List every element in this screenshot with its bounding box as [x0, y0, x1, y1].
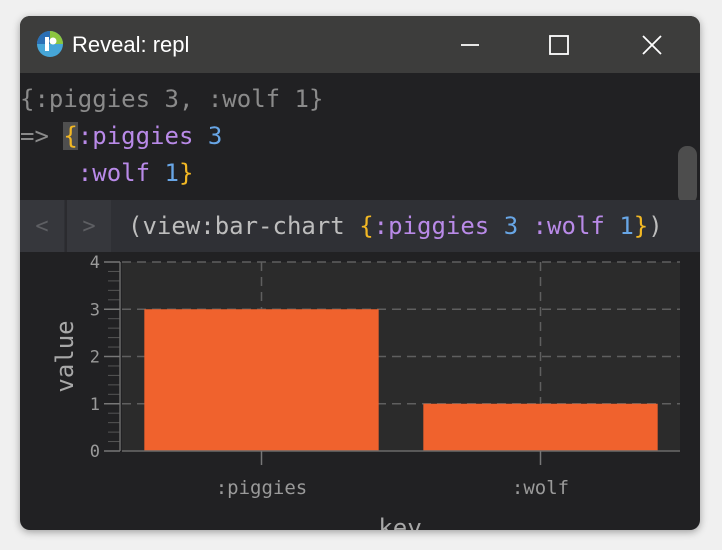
repl-result-line-2: :wolf 1}: [20, 155, 194, 192]
repl-input-line: {:piggies 3, :wolf 1}: [20, 85, 324, 113]
minimize-button[interactable]: [424, 16, 516, 73]
expr-key: :piggies: [373, 212, 490, 240]
y-tick-label: 3: [90, 300, 100, 320]
x-tick-label: :wolf: [512, 477, 569, 499]
minimize-icon: [461, 43, 479, 46]
repl-result-line-1: => {:piggies 3: [20, 118, 222, 155]
result-prompt: =>: [20, 122, 49, 150]
bar-wolf: [423, 403, 658, 451]
x-tick-label: :piggies: [216, 477, 308, 499]
back-button[interactable]: <: [20, 200, 64, 252]
close-button[interactable]: [606, 16, 698, 73]
repl-output[interactable]: {:piggies 3, :wolf 1} => {:piggies 3 :wo…: [20, 73, 700, 530]
title-bar[interactable]: Reveal: repl: [20, 16, 700, 73]
bar-chart: 0 1 2 3 4 :piggies :wolf key value: [51, 253, 680, 530]
view-expression: (view:bar-chart {:piggies 3 :wolf 1}): [128, 200, 663, 252]
expr-value: 1: [619, 212, 634, 240]
y-tick-label: 1: [90, 395, 100, 415]
expr-close-brace: }: [633, 212, 649, 240]
result-open-brace[interactable]: {: [63, 122, 78, 150]
y-axis-title: value: [51, 320, 79, 392]
reveal-logo-icon: [37, 31, 63, 57]
result-value[interactable]: 1: [165, 159, 179, 187]
bar-piggies: [144, 309, 379, 451]
maximize-icon: [549, 34, 569, 55]
result-close-brace: }: [178, 159, 194, 187]
result-key[interactable]: :wolf: [78, 159, 150, 187]
expr-open-paren: (: [128, 212, 143, 240]
maximize-button[interactable]: [513, 16, 605, 73]
view-toolbar: < > (view:bar-chart {:piggies 3 :wolf 1}…: [20, 200, 700, 252]
expr-value: 3: [503, 212, 519, 240]
result-value[interactable]: 3: [208, 122, 222, 150]
expr-key: :wolf: [532, 212, 605, 240]
window-title: Reveal: repl: [72, 32, 190, 57]
result-key[interactable]: :piggies: [78, 122, 194, 150]
y-tick-label: 4: [90, 253, 100, 273]
y-tick-label: 2: [90, 348, 100, 368]
x-axis-title: key: [378, 514, 421, 530]
close-icon: [642, 34, 662, 55]
forward-button[interactable]: >: [67, 200, 111, 252]
expr-open-brace: {: [359, 212, 374, 240]
scrollbar-thumb[interactable]: [678, 146, 697, 204]
repl-window: Reveal: repl {:piggies 3, :wolf 1} => {:…: [20, 16, 700, 530]
expr-close-paren: ): [648, 212, 663, 240]
y-tick-label: 0: [90, 442, 100, 462]
expr-fn: view:bar-chart: [142, 212, 345, 240]
